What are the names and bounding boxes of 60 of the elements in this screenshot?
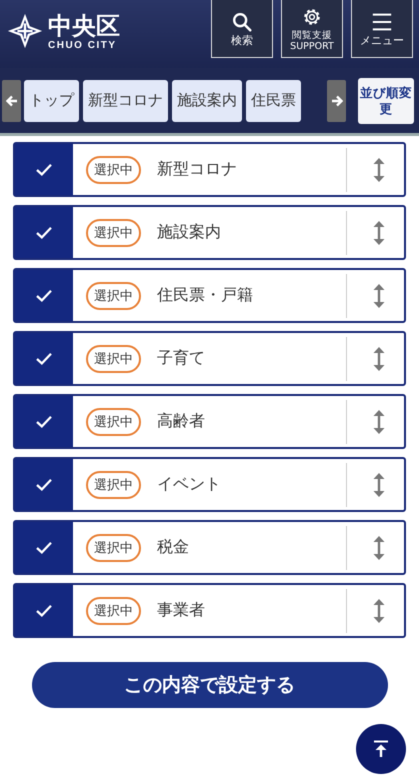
category-label: 高齢者 xyxy=(157,411,206,432)
scroll-right-button[interactable] xyxy=(327,80,346,122)
menu-button[interactable]: メニュー xyxy=(351,0,413,58)
status-badge: 選択中 xyxy=(86,282,141,310)
checkbox[interactable] xyxy=(15,207,73,258)
category-label: 事業者 xyxy=(157,600,206,621)
menu-icon xyxy=(371,10,393,32)
submit-button[interactable]: この内容で設定する xyxy=(32,662,388,708)
status-badge: 選択中 xyxy=(86,344,141,372)
category-row[interactable]: 選択中 イベント xyxy=(13,457,406,512)
category-tab[interactable]: 住民票 xyxy=(246,80,301,122)
category-label: 子育て xyxy=(157,348,206,369)
arrow-right-icon xyxy=(330,94,342,106)
support-button[interactable]: 閲覧支援SUPPORT xyxy=(281,0,343,58)
status-badge: 選択中 xyxy=(86,534,141,562)
category-tab[interactable]: トップ xyxy=(24,80,79,122)
category-row[interactable]: 選択中 新型コロナ xyxy=(13,142,406,197)
check-icon xyxy=(35,540,53,554)
scroll-left-button[interactable] xyxy=(2,80,21,122)
checkbox[interactable] xyxy=(15,270,73,321)
category-label: イベント xyxy=(157,474,222,495)
check-icon xyxy=(35,604,53,618)
category-tab[interactable]: 施設案内 xyxy=(172,80,242,122)
checkbox[interactable] xyxy=(15,144,73,195)
check-icon xyxy=(35,226,53,240)
category-row[interactable]: 選択中 事業者 xyxy=(13,583,406,638)
arrow-left-icon xyxy=(6,94,18,106)
category-row[interactable]: 選択中 高齢者 xyxy=(13,394,406,449)
checkbox[interactable] xyxy=(15,396,73,447)
category-label: 税金 xyxy=(157,537,190,558)
status-badge: 選択中 xyxy=(86,596,141,624)
arrow-up-icon xyxy=(373,740,389,758)
check-icon xyxy=(35,162,53,176)
checkbox[interactable] xyxy=(15,522,73,573)
category-row[interactable]: 選択中 税金 xyxy=(13,520,406,575)
checkbox[interactable] xyxy=(15,459,73,510)
category-label: 施設案内 xyxy=(157,222,222,243)
category-row[interactable]: 選択中 住民票・戸籍 xyxy=(13,268,406,323)
check-icon xyxy=(35,478,53,492)
back-to-top-button[interactable] xyxy=(356,724,406,774)
check-icon xyxy=(35,352,53,366)
checkbox[interactable] xyxy=(15,585,73,636)
logo-icon xyxy=(6,12,44,50)
search-icon xyxy=(231,10,253,32)
status-badge: 選択中 xyxy=(86,470,141,498)
checkbox[interactable] xyxy=(15,333,73,384)
search-button[interactable]: 検索 xyxy=(211,0,273,58)
status-badge: 選択中 xyxy=(86,218,141,246)
sort-button[interactable]: 並び順変更 xyxy=(358,78,414,124)
check-icon xyxy=(35,288,53,302)
logo-subtitle: CHUO CITY xyxy=(48,40,118,50)
category-tab[interactable]: 新型コロナ xyxy=(83,80,168,122)
status-badge: 選択中 xyxy=(86,156,141,184)
status-badge: 選択中 xyxy=(86,408,141,436)
category-label: 住民票・戸籍 xyxy=(157,285,254,306)
check-icon xyxy=(35,414,53,428)
category-row[interactable]: 選択中 施設案内 xyxy=(13,205,406,260)
category-label: 新型コロナ xyxy=(157,159,238,180)
category-row[interactable]: 選択中 子育て xyxy=(13,331,406,386)
logo-title: 中央区 xyxy=(48,12,120,40)
